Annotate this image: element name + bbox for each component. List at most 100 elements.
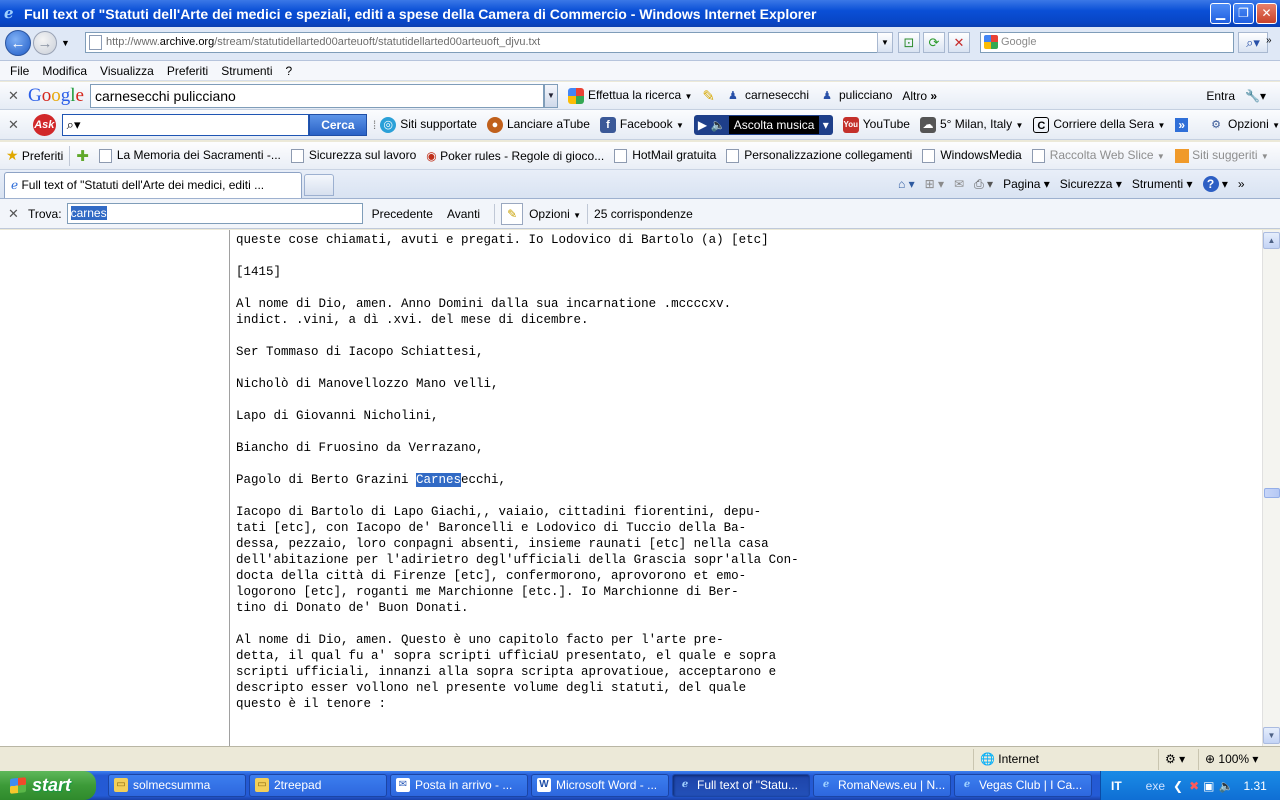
ask-more-icon[interactable]: » [1175,117,1189,132]
start-button[interactable]: start [0,771,96,800]
google-search-button[interactable]: Effettua la ricerca ▼ [567,87,692,104]
help-icon[interactable]: ? ▾ [1202,176,1228,192]
ask-search-input[interactable]: ⌕▾ [61,113,309,136]
strumenti-menu[interactable]: Strumenti ▾ [1132,177,1193,191]
find-options-button[interactable]: Opzioni ▼ [529,207,581,221]
scroll-down-button[interactable]: ▼ [1263,727,1280,744]
signin-button[interactable]: Entra [1206,89,1235,103]
weather-button[interactable]: ☁ 5° Milan, Italy ▼ [919,116,1023,133]
corriere-icon: C [1033,116,1050,133]
antivirus-icon[interactable]: ✖ [1189,779,1199,793]
refresh-icon[interactable]: ⟳ [923,32,945,53]
close-toolbar-icon[interactable]: ✕ [8,88,20,104]
youtube-button[interactable]: You YouTube [842,116,910,133]
forward-button[interactable]: → [33,31,57,55]
zoom-control[interactable]: ⊕ 100% ▾ [1198,748,1280,770]
menu-strumenti[interactable]: Strumenti [221,64,272,78]
taskbar-item[interactable]: W Microsoft Word - ... [531,774,669,797]
fav-item[interactable]: WindowsMedia [922,148,1022,163]
back-button[interactable]: ← [5,30,31,56]
tab-active[interactable]: ℯ Full text of "Statuti dell'Arte dei me… [4,172,302,198]
toolbar-chevron-icon[interactable]: » [1266,35,1272,46]
close-window-button[interactable]: ✕ [1256,3,1277,24]
menu-help[interactable]: ? [286,64,293,78]
ask-search-button[interactable]: Cerca [308,113,367,136]
page-icon [89,35,102,50]
fav-item[interactable]: ◉ Poker rules - Regole di gioco... [426,149,604,163]
taskbar-item-active[interactable]: ℯ Full text of "Statu... [672,774,810,797]
wrench-icon[interactable]: 🔧▾ [1245,89,1266,103]
facebook-button[interactable]: f Facebook ▼ [599,116,684,133]
pagina-menu[interactable]: Pagina ▾ [1003,177,1050,191]
menu-modifica[interactable]: Modifica [42,64,87,78]
ie-icon: ℯ [681,779,689,790]
google-query-dropdown[interactable]: ▼ [543,83,558,108]
text-paragraph: Al nome di Dio, amen. Anno Domini dalla … [236,297,732,327]
protected-mode-icon[interactable]: ⚙ ▾ [1158,748,1198,770]
rss-icon[interactable]: ⊞ ▾ [925,177,944,191]
find-input[interactable]: carnes [66,203,363,224]
scroll-thumb[interactable] [1264,488,1280,498]
person-icon: ♟ [728,89,738,102]
network-icon[interactable]: ▣ [1203,779,1214,793]
term-carnesecchi-button[interactable]: ♟ carnesecchi [725,88,809,104]
home-icon[interactable]: ⌂ ▾ [898,177,915,191]
fav-item[interactable]: HotMail gratuita [614,148,716,163]
taskbar-item[interactable]: ℯ Vegas Club | I Ca... [954,774,1092,797]
atube-button[interactable]: ● Lanciare aTube [486,116,590,133]
word-icon: W [537,778,551,792]
text-line: queste cose chiamati, avuti e pregati. I… [236,233,769,247]
radio-player[interactable]: ▶ 🔈 Ascolta musica ▾ [693,114,833,135]
menu-file[interactable]: File [10,64,29,78]
url-field[interactable]: http://www.archive.org/stream/statutidel… [85,32,893,53]
sicurezza-menu[interactable]: Sicurezza ▾ [1060,177,1122,191]
more-button[interactable]: Altro » [902,89,937,103]
commands-chevron-icon[interactable]: » [1238,177,1245,191]
taskbar-item[interactable]: ✉ Posta in arrivo - ... [390,774,528,797]
ask-options-button[interactable]: ⚙ Opzioni ▼ [1208,117,1280,133]
text-name: Biancho di Fruosino da Verrazano, [236,441,484,455]
close-find-icon[interactable]: ✕ [8,206,20,222]
compatibility-view-icon[interactable]: ⊡ [898,32,920,53]
language-indicator[interactable]: IT [1111,779,1122,793]
corriere-button[interactable]: C Corriere della Sera ▼ [1033,116,1165,133]
url-dropdown-button[interactable]: ▼ [877,32,893,53]
add-favorite-icon[interactable]: ✚ [76,147,89,165]
title-bar[interactable]: ℯ Full text of "Statuti dell'Arte dei me… [0,0,1280,27]
minimize-button[interactable]: ▁ [1210,3,1231,24]
menu-preferiti[interactable]: Preferiti [167,64,208,78]
favorites-button[interactable]: ★ Preferiti [6,147,63,164]
menu-visualizza[interactable]: Visualizza [100,64,154,78]
fav-item[interactable]: La Memoria dei Sacramenti -... [98,148,281,163]
print-icon[interactable]: ⎙ ▾ [974,177,993,192]
vertical-scrollbar[interactable]: ▲ ▼ [1262,230,1280,746]
google-search-icon [567,87,584,104]
new-tab-button[interactable] [304,174,334,196]
google-query-input[interactable]: carnesecchi pulicciano [89,83,544,108]
suggested-sites-button[interactable]: Siti suggeriti ▼ [1174,148,1269,163]
taskbar-item[interactable]: ℯ RomaNews.eu | N... [813,774,951,797]
highlight-icon[interactable]: ✎ [702,87,715,105]
maximize-button[interactable]: ❐ [1233,3,1254,24]
taskbar-item[interactable]: ▭ solmecsumma [108,774,246,797]
fav-item[interactable]: Personalizzazione collegamenti [726,148,912,163]
tray-expand-icon[interactable]: ❮ [1173,779,1183,793]
find-prev-button[interactable]: Precedente [372,207,433,221]
siti-button[interactable]: ◎ Siti supportate [380,116,477,133]
term-pulicciano-button[interactable]: ♟ pulicciano [819,88,892,104]
drag-handle-icon[interactable]: ⁞ [373,118,376,132]
search-input[interactable]: Google [980,32,1234,53]
web-slice-button[interactable]: Raccolta Web Slice ▼ [1031,148,1165,163]
taskbar-item[interactable]: ▭ 2treepad [249,774,387,797]
scroll-up-button[interactable]: ▲ [1263,232,1280,249]
find-next-button[interactable]: Avanti [447,207,480,221]
highlight-matches-icon[interactable]: ✎ [501,202,524,225]
stop-icon[interactable]: ✕ [948,32,970,53]
search-button[interactable]: ⌕▾ [1238,32,1268,53]
history-dropdown-icon[interactable]: ▼ [61,38,70,48]
mail-icon[interactable]: ✉ [954,177,964,191]
weather-label: 5° Milan, Italy [939,116,1013,131]
fav-item[interactable]: Sicurezza sul lavoro [290,148,416,163]
volume-icon[interactable]: 🔈 [1219,779,1234,793]
close-ask-toolbar-icon[interactable]: ✕ [8,117,19,133]
